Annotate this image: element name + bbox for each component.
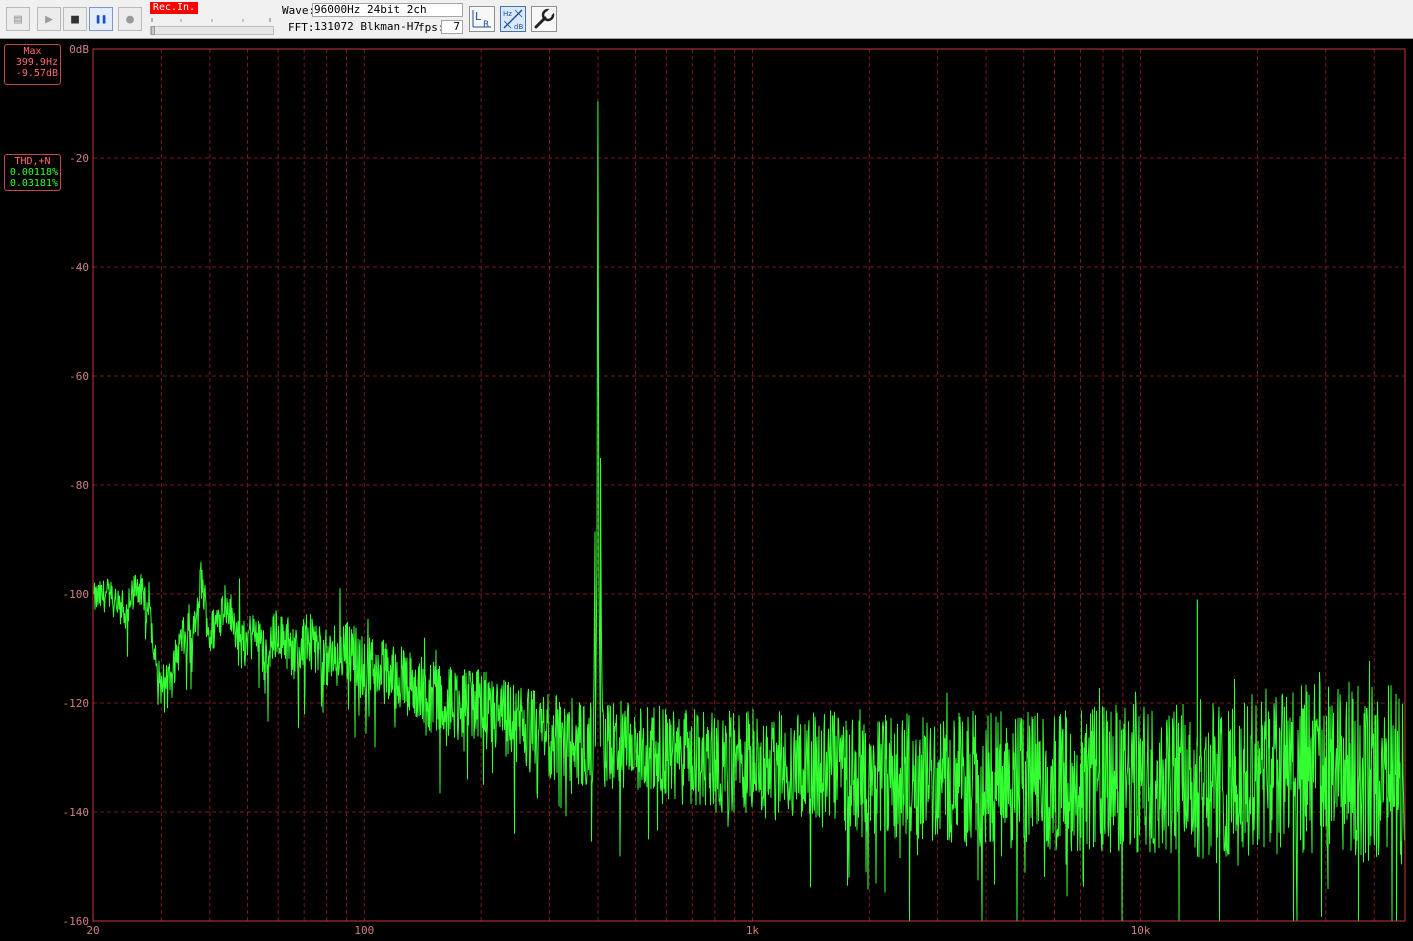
y-tick-label: -60 [69, 370, 89, 383]
y-tick-label: -40 [69, 261, 89, 274]
y-tick-label: -160 [63, 915, 90, 928]
fps-field[interactable]: 7 [441, 20, 463, 34]
rec-input-label: Rec.In. [150, 2, 198, 14]
hz-db-scale-button[interactable]: Hz dB [500, 6, 526, 32]
wave-format-field: 96000Hz 24bit 2ch [312, 3, 463, 17]
toolbar: ▤ ▶ ■ ❚❚ ● Rec.In. Wave: 96000Hz 24bit 2ch F… [0, 0, 1413, 39]
thd-title: THD,+N [14, 156, 51, 167]
svg-text:dB: dB [514, 23, 523, 31]
svg-text:Hz: Hz [503, 10, 512, 18]
hz-db-icon: Hz dB [503, 9, 523, 31]
x-tick-label: 20 [86, 924, 99, 937]
x-tick-label: 100 [354, 924, 374, 937]
x-tick-label: 1k [746, 924, 760, 937]
fft-label: FFT: [288, 21, 315, 34]
svg-text:L: L [475, 10, 482, 23]
spectrum-plot: 0dB -20 -40 -60 -80 -100 -120 -140 -160 20 100 1k 1… [0, 39, 1413, 941]
record-button[interactable]: ● [118, 7, 142, 31]
input-level-slider-thumb[interactable] [151, 26, 155, 35]
y-tick-label: -20 [69, 152, 89, 165]
play-button[interactable]: ▶ [37, 7, 61, 31]
stop-button[interactable]: ■ [63, 7, 87, 31]
thd-value: 0.00118% [9, 167, 58, 178]
wrench-icon [534, 7, 555, 29]
y-tick-label: -80 [69, 479, 89, 492]
y-tick-label: -120 [63, 697, 90, 710]
thd-readout-panel: THD,+N 0.00118% 0.03181% [4, 154, 61, 191]
pause-button[interactable]: ❚❚ [89, 7, 113, 31]
x-tick-label: 10k [1131, 924, 1151, 937]
wave-label: Wave: [282, 4, 316, 17]
level-scale-ticks [151, 18, 271, 22]
max-title: Max [23, 46, 42, 57]
max-frequency: 399.9Hz [15, 57, 58, 68]
settings-button[interactable] [531, 6, 557, 32]
max-level: -9.57dB [15, 68, 58, 79]
y-tick-label: -100 [63, 588, 90, 601]
fft-setting-field: 131072 Blkman-H7 [314, 20, 420, 33]
folder-icon: ▤ [14, 11, 22, 27]
stop-icon: ■ [71, 11, 79, 27]
channel-lr-button[interactable]: L R [469, 6, 495, 32]
pause-icon: ❚❚ [94, 13, 108, 25]
play-icon: ▶ [45, 11, 53, 27]
thdn-value: 0.03181% [9, 178, 58, 189]
y-tick-label: -140 [63, 806, 90, 819]
svg-text:R: R [483, 20, 489, 30]
open-file-button[interactable]: ▤ [6, 7, 30, 31]
max-readout-panel: Max 399.9Hz -9.57dB [4, 44, 61, 85]
input-level-slider[interactable] [150, 26, 274, 35]
y-tick-label: 0dB [69, 43, 89, 56]
record-icon: ● [126, 11, 134, 27]
plot-background [0, 39, 1413, 941]
lr-channel-icon: L R [472, 10, 491, 30]
